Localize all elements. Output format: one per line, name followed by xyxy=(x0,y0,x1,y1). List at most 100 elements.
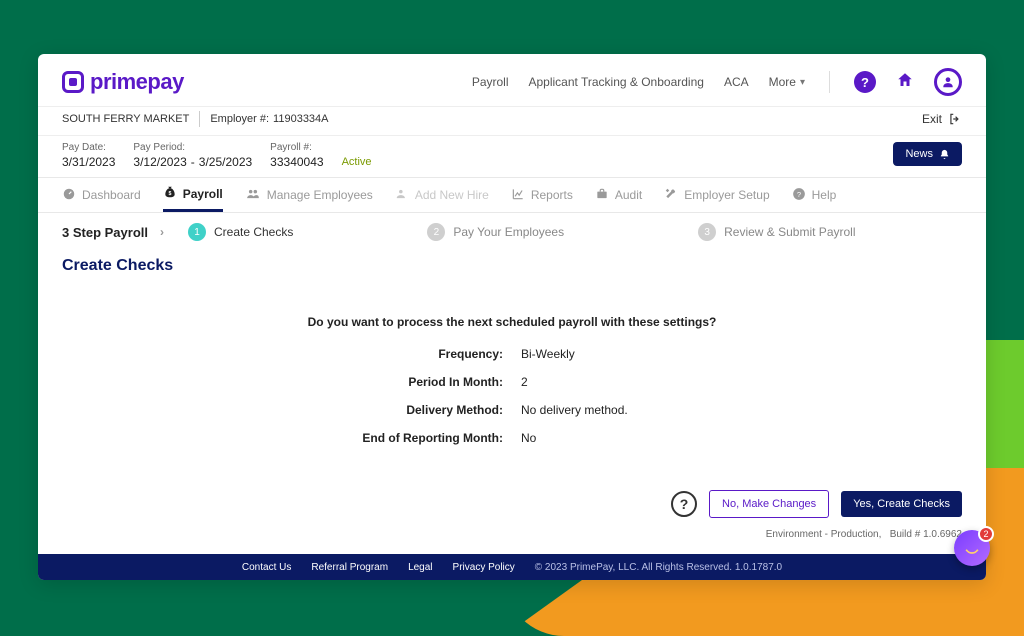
tab-manage-employees[interactable]: Manage Employees xyxy=(245,178,373,212)
tab-reports[interactable]: Reports xyxy=(511,178,573,212)
tab-payroll[interactable]: $ Payroll xyxy=(163,178,223,212)
tab-add-new-hire[interactable]: Add New Hire xyxy=(395,178,489,212)
home-icon[interactable] xyxy=(896,71,914,94)
svg-text:?: ? xyxy=(797,189,801,198)
gauge-icon xyxy=(62,187,76,204)
money-bag-icon: $ xyxy=(163,185,177,202)
user-avatar[interactable] xyxy=(934,68,962,96)
topnav-more[interactable]: More ▾ xyxy=(769,75,805,89)
smile-icon xyxy=(962,538,982,558)
employer-number-label: Employer #: xyxy=(210,113,269,125)
payroll-num-col: Payroll #: 33340043 xyxy=(270,142,323,169)
tab-audit[interactable]: Audit xyxy=(595,178,642,212)
people-icon xyxy=(245,187,261,204)
tab-reports-label: Reports xyxy=(531,188,573,202)
topbar: primepay Payroll Applicant Tracking & On… xyxy=(38,54,986,106)
divider xyxy=(829,71,830,93)
step-2-label: Pay Your Employees xyxy=(453,225,564,239)
step-2-num: 2 xyxy=(427,223,445,241)
tab-dashboard[interactable]: Dashboard xyxy=(62,178,141,212)
topnav-payroll[interactable]: Payroll xyxy=(472,75,509,89)
topnav-more-label: More xyxy=(769,75,796,89)
chat-widget[interactable]: 2 xyxy=(954,530,990,566)
eorm-value: No xyxy=(521,431,742,445)
topnav-applicant[interactable]: Applicant Tracking & Onboarding xyxy=(529,75,704,89)
period-label: Period In Month: xyxy=(282,375,503,389)
yes-create-checks-button[interactable]: Yes, Create Checks xyxy=(841,491,962,517)
brand-name: primepay xyxy=(90,69,184,95)
steps-title: 3 Step Payroll › xyxy=(62,225,164,240)
chart-icon xyxy=(511,187,525,204)
main-content: Create Checks Do you want to process the… xyxy=(38,251,986,554)
help-icon[interactable]: ? xyxy=(854,71,876,93)
action-row: ? No, Make Changes Yes, Create Checks xyxy=(671,490,962,518)
topnav-aca[interactable]: ACA xyxy=(724,75,749,89)
pay-period-label: Pay Period: xyxy=(133,142,252,153)
payroll-num-label: Payroll #: xyxy=(270,142,323,153)
pay-period-value: 3/12/2023 - 3/25/2023 xyxy=(133,155,252,169)
footer: Contact Us Referral Program Legal Privac… xyxy=(38,554,986,580)
step-1-label: Create Checks xyxy=(214,225,293,239)
pay-date-value: 3/31/2023 xyxy=(62,155,115,169)
chat-badge: 2 xyxy=(978,526,994,542)
app-window: primepay Payroll Applicant Tracking & On… xyxy=(38,54,986,580)
pay-date-label: Pay Date: xyxy=(62,142,115,153)
exit-link[interactable]: Exit xyxy=(922,112,962,126)
footer-contact[interactable]: Contact Us xyxy=(242,562,291,573)
env-text: Environment - Production, xyxy=(766,529,882,540)
delivery-label: Delivery Method: xyxy=(282,403,503,417)
chevron-right-icon: › xyxy=(160,225,164,239)
frequency-label: Frequency: xyxy=(282,347,503,361)
steps-title-text: 3 Step Payroll xyxy=(62,225,148,240)
tab-dashboard-label: Dashboard xyxy=(82,188,141,202)
company-bar: SOUTH FERRY MARKET Employer #: 11903334A… xyxy=(38,106,986,136)
exit-label: Exit xyxy=(922,112,942,126)
footer-legal[interactable]: Legal xyxy=(408,562,432,573)
pay-period-col: Pay Period: 3/12/2023 - 3/25/2023 xyxy=(133,142,252,169)
period-value: 2 xyxy=(521,375,742,389)
no-make-changes-button[interactable]: No, Make Changes xyxy=(709,490,829,518)
question-icon: ? xyxy=(792,187,806,204)
eorm-label: End of Reporting Month: xyxy=(282,431,503,445)
tools-icon xyxy=(664,187,678,204)
status-active: Active xyxy=(342,156,372,169)
company-name: SOUTH FERRY MARKET xyxy=(62,113,189,125)
step-2[interactable]: 2 Pay Your Employees xyxy=(427,223,564,241)
help-button[interactable]: ? xyxy=(671,491,697,517)
payroll-num-value: 33340043 xyxy=(270,155,323,169)
tab-manage-employees-label: Manage Employees xyxy=(267,188,373,202)
step-3-num: 3 xyxy=(698,223,716,241)
step-1-num: 1 xyxy=(188,223,206,241)
svg-text:$: $ xyxy=(168,191,171,197)
pay-period-sep: - xyxy=(191,155,195,169)
tab-audit-label: Audit xyxy=(615,188,642,202)
footer-privacy[interactable]: Privacy Policy xyxy=(453,562,515,573)
bell-icon xyxy=(939,149,950,160)
prompt-text: Do you want to process the next schedule… xyxy=(62,315,962,329)
logo-icon xyxy=(62,71,84,93)
pay-period-end: 3/25/2023 xyxy=(199,155,252,169)
step-3-label: Review & Submit Payroll xyxy=(724,225,855,239)
brand-logo[interactable]: primepay xyxy=(62,69,184,95)
frequency-value: Bi-Weekly xyxy=(521,347,742,361)
pay-date-col: Pay Date: 3/31/2023 xyxy=(62,142,115,169)
settings-grid: Frequency: Bi-Weekly Period In Month: 2 … xyxy=(282,347,742,445)
tab-payroll-label: Payroll xyxy=(183,187,223,201)
briefcase-icon xyxy=(595,187,609,204)
main-tabs: Dashboard $ Payroll Manage Employees Add… xyxy=(38,177,986,213)
person-plus-icon xyxy=(395,187,409,204)
footer-copyright: © 2023 PrimePay, LLC. All Rights Reserve… xyxy=(535,562,782,573)
footer-referral[interactable]: Referral Program xyxy=(311,562,388,573)
step-1[interactable]: 1 Create Checks xyxy=(188,223,293,241)
build-label: Build # xyxy=(890,529,921,540)
step-3[interactable]: 3 Review & Submit Payroll xyxy=(698,223,855,241)
chevron-down-icon: ▾ xyxy=(800,77,805,88)
tab-help[interactable]: ? Help xyxy=(792,178,837,212)
delivery-value: No delivery method. xyxy=(521,403,742,417)
news-button[interactable]: News xyxy=(893,142,962,166)
tab-employer-setup[interactable]: Employer Setup xyxy=(664,178,769,212)
top-nav: Payroll Applicant Tracking & Onboarding … xyxy=(472,68,962,96)
employer-number: 11903334A xyxy=(273,113,328,125)
page-title: Create Checks xyxy=(62,257,962,275)
exit-icon xyxy=(948,112,962,126)
